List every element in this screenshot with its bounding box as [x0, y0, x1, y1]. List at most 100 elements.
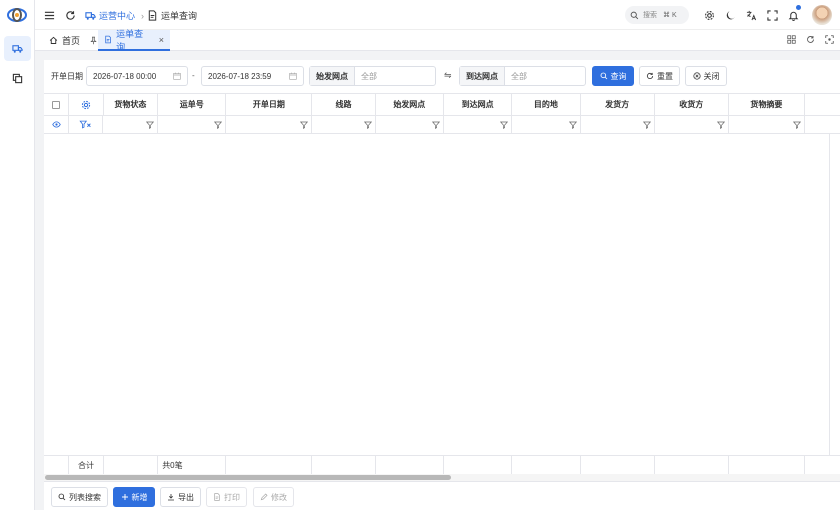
column-filter[interactable]: [580, 116, 655, 134]
filter-icon: [146, 121, 155, 129]
tab-home[interactable]: 首页: [43, 30, 104, 51]
dest-select[interactable]: 到达网点 全部: [459, 66, 586, 86]
footer-cell: [512, 456, 581, 475]
grid-icon[interactable]: [787, 35, 796, 44]
gear-icon[interactable]: [81, 100, 91, 110]
menu-icon[interactable]: [44, 10, 55, 21]
select-all-checkbox[interactable]: [52, 100, 61, 109]
filter-icon: [363, 121, 372, 129]
tab-waybill-query[interactable]: 运单查询 ×: [98, 29, 170, 52]
add-button[interactable]: 新增: [113, 487, 155, 507]
column-filter[interactable]: [443, 116, 513, 134]
filter-icon: [568, 121, 577, 129]
query-label: 查询: [610, 71, 627, 81]
eye-icon[interactable]: [51, 120, 61, 129]
date-start-input[interactable]: 2026-07-18 00:00: [86, 66, 188, 86]
edit-label: 修改: [271, 492, 287, 502]
column-filter-overflow: [804, 116, 840, 134]
footer-cell: [804, 456, 840, 475]
clear-filter-icon[interactable]: [79, 120, 92, 129]
edit-button[interactable]: 修改: [253, 487, 294, 507]
footer-total-label: 合计: [69, 456, 104, 475]
column-header[interactable]: 目的地: [512, 94, 581, 116]
refresh-icon[interactable]: [65, 10, 76, 21]
footer-cell: [44, 456, 70, 475]
column-header[interactable]: 发货方: [580, 94, 655, 116]
focus-icon[interactable]: [825, 35, 834, 44]
fullscreen-icon[interactable]: [767, 10, 778, 21]
footer-cell: [375, 456, 444, 475]
column-filter[interactable]: [103, 116, 159, 134]
settings-icon[interactable]: [704, 10, 715, 21]
date-end-input[interactable]: 2026-07-18 23:59: [201, 66, 304, 86]
sidebar: [0, 0, 35, 510]
home-icon: [49, 36, 58, 44]
breadcrumb-separator: ›: [141, 10, 145, 21]
column-filter[interactable]: [312, 116, 376, 134]
avatar[interactable]: [812, 5, 832, 25]
footer-count: 共0笔: [158, 456, 227, 475]
refresh-tab-icon[interactable]: [806, 35, 815, 44]
filter-icon: [642, 121, 651, 129]
translate-icon[interactable]: [746, 10, 757, 21]
filter-icon: [300, 121, 309, 129]
column-filter[interactable]: [375, 116, 444, 134]
pencil-icon: [260, 493, 268, 501]
footer-cell: [443, 456, 513, 475]
app-logo: [7, 8, 27, 22]
origin-label: 始发网点: [310, 67, 355, 85]
search-icon: [630, 11, 639, 20]
tab-close-icon[interactable]: ×: [159, 35, 164, 45]
eye-cell: [44, 116, 70, 134]
pin-icon[interactable]: [89, 36, 98, 45]
horizontal-scrollbar-thumb[interactable]: [45, 475, 451, 480]
bell-icon[interactable]: [788, 10, 799, 21]
document-icon: [147, 10, 158, 21]
query-button[interactable]: 查询: [592, 66, 634, 86]
breadcrumb-current-wrap: 运单查询: [147, 9, 197, 22]
search-icon: [58, 493, 66, 501]
column-filter[interactable]: [158, 116, 227, 134]
column-header[interactable]: 收货方: [654, 94, 729, 116]
sidebar-item-pages[interactable]: [4, 66, 31, 91]
breadcrumb-current: 运单查询: [161, 11, 198, 21]
column-filter[interactable]: [654, 116, 729, 134]
column-header[interactable]: 货物状态: [103, 94, 159, 116]
dest-label: 到达网点: [460, 67, 505, 85]
dark-mode-icon[interactable]: [725, 10, 736, 21]
search-icon: [600, 72, 607, 80]
export-button[interactable]: 导出: [160, 487, 201, 507]
reset-icon: [646, 72, 654, 80]
column-header[interactable]: 运单号: [158, 94, 227, 116]
close-circle-icon: [692, 72, 701, 80]
close-button[interactable]: 关闭: [685, 66, 727, 86]
column-header[interactable]: 到达网点: [443, 94, 513, 116]
column-header[interactable]: 货物摘要: [728, 94, 805, 116]
column-header[interactable]: 开单日期: [226, 94, 313, 116]
table-body: [44, 134, 840, 455]
column-filter[interactable]: [226, 116, 313, 134]
list-search-button[interactable]: 列表搜索: [51, 487, 108, 507]
column-settings-cell: [69, 94, 104, 116]
filter-icon: [716, 121, 725, 129]
search-placeholder: 搜索: [643, 12, 657, 19]
reset-button[interactable]: 重置: [639, 66, 680, 86]
column-header[interactable]: 线路: [312, 94, 376, 116]
print-button[interactable]: 打印: [206, 487, 247, 507]
origin-select[interactable]: 始发网点 全部: [309, 66, 436, 86]
calendar-icon: [173, 72, 181, 82]
filter-icon: [214, 121, 223, 129]
sidebar-item-transport[interactable]: [4, 36, 31, 61]
download-icon: [168, 494, 174, 501]
column-header-overflow: [804, 94, 840, 116]
column-filter[interactable]: [512, 116, 581, 134]
swap-icon[interactable]: ⇋: [444, 70, 452, 81]
truck-icon: [12, 45, 23, 53]
footer-cell: [580, 456, 655, 475]
column-filter[interactable]: [728, 116, 805, 134]
breadcrumb-parent[interactable]: 运营中心: [99, 9, 135, 22]
date-separator: -: [192, 71, 195, 80]
column-header[interactable]: 始发网点: [375, 94, 444, 116]
document-icon: [105, 35, 111, 44]
global-search[interactable]: 搜索 ⌘ K: [625, 6, 689, 24]
